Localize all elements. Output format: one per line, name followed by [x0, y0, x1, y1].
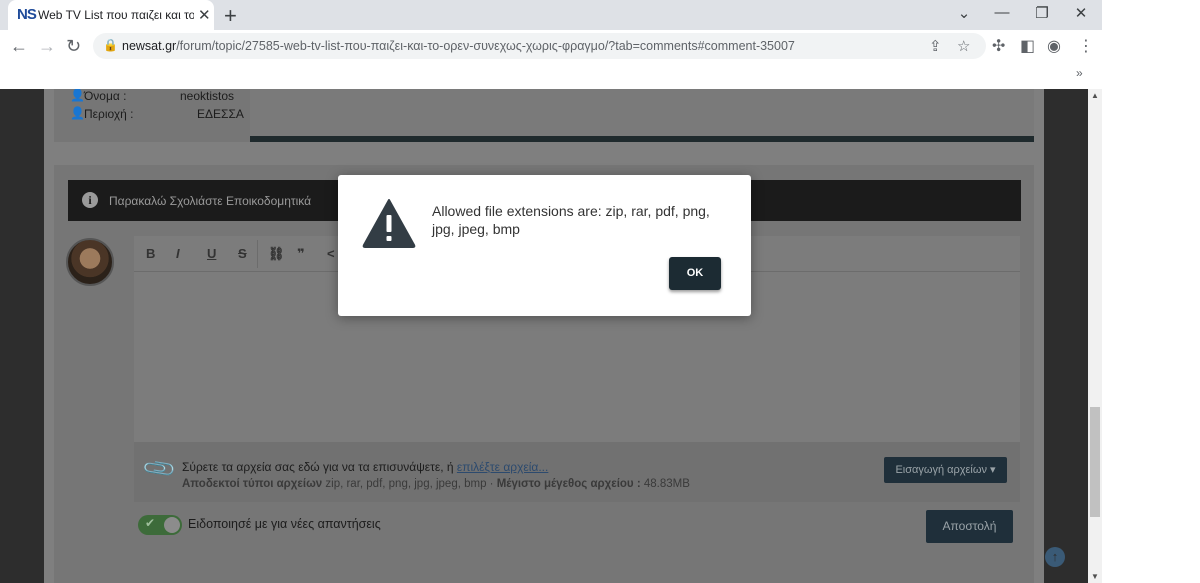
scroll-thumb[interactable]	[1090, 407, 1100, 517]
tab-strip: NS Web TV List που παιζει και το Ο ✕ + ⌄…	[0, 0, 1102, 30]
ok-button[interactable]: OK	[669, 257, 721, 290]
tab-search-chevron-icon[interactable]: ⌄	[954, 4, 974, 22]
new-tab-icon[interactable]: +	[224, 3, 237, 29]
profile-name-label: Όνομα :	[84, 89, 127, 103]
insert-files-button[interactable]: Εισαγωγή αρχείων ▾	[884, 457, 1007, 483]
dialog-message: Allowed file extensions are: zip, rar, p…	[432, 203, 710, 237]
page-right-margin	[1044, 89, 1088, 583]
notify-toggle[interactable]: ✔	[138, 515, 182, 535]
blank-area	[1102, 0, 1200, 583]
back-arrow-icon[interactable]: ←	[10, 36, 28, 57]
notice-text: Παρακαλώ Σχολιάστε Εποικοδομητικά	[109, 194, 312, 208]
code-icon[interactable]: <	[327, 246, 335, 261]
paperclip-icon: 📎	[140, 450, 178, 488]
browser-tab[interactable]: NS Web TV List που παιζει και το Ο ✕	[8, 0, 214, 30]
close-window-icon[interactable]: ✕	[1071, 4, 1091, 22]
profile-area-value: ΕΔΕΣΣΑ	[197, 107, 244, 121]
scroll-up-icon[interactable]: ▲	[1091, 91, 1099, 100]
allowed-types-line: Αποδεκτοί τύποι αρχείων zip, rar, pdf, p…	[182, 478, 690, 490]
lock-icon[interactable]: 🔒	[103, 38, 118, 52]
choose-files-link[interactable]: επιλέξτε αρχεία...	[457, 460, 548, 474]
page-scrollbar[interactable]: ▲ ▼	[1088, 89, 1102, 583]
drop-text: Σύρετε τα αρχεία σας εδώ για να τα επισυ…	[182, 460, 457, 474]
url-path: /forum/topic/27585-web-tv-list-που-παιζε…	[176, 39, 795, 53]
warning-icon	[362, 199, 416, 248]
profile-area-label: Περιοχή :	[84, 107, 134, 121]
drop-instructions: Σύρετε τα αρχεία σας εδώ για να τα επισυ…	[182, 460, 548, 474]
allowed-types-label: Αποδεκτοί τύποι αρχείων	[182, 478, 323, 490]
tab-title: Web TV List που παιζει και το Ο	[38, 8, 194, 22]
url-text[interactable]: newsat.gr/forum/topic/27585-web-tv-list-…	[122, 39, 795, 53]
site-favicon-icon: NS	[17, 6, 37, 23]
address-bar[interactable]: 🔒 newsat.gr/forum/topic/27585-web-tv-lis…	[93, 33, 986, 59]
menu-kebab-icon[interactable]: ⋮	[1078, 36, 1094, 56]
tab-close-icon[interactable]: ✕	[198, 6, 211, 24]
info-icon: i	[82, 192, 98, 208]
page-left-margin	[0, 89, 44, 583]
user-icon: 👤	[70, 106, 85, 120]
scroll-to-top-icon[interactable]: ↑	[1045, 547, 1065, 567]
user-icon: 👤	[70, 89, 85, 102]
forum-content: 👤 Όνομα : neoktistos 👤 Περιοχή : ΕΔΕΣΣΑ …	[44, 89, 1065, 583]
max-size-label: Μέγιστο μέγεθος αρχείου :	[496, 478, 641, 490]
toolbar-divider	[257, 240, 258, 268]
alert-dialog: Allowed file extensions are: zip, rar, p…	[338, 175, 751, 316]
browser-toolbar: ← → ↻ 🔒 newsat.gr/forum/topic/27585-web-…	[0, 30, 1102, 63]
reload-icon[interactable]: ↻	[66, 36, 81, 57]
profile-fields: 👤 Όνομα : neoktistos 👤 Περιοχή : ΕΔΕΣΣΑ	[54, 89, 250, 142]
bold-button[interactable]: B	[146, 246, 155, 261]
max-size-value: 48.83MB	[640, 478, 690, 490]
allowed-types-value: zip, rar, pdf, png, jpg, jpeg, bmp ·	[322, 478, 497, 490]
link-icon[interactable]: ⛓	[268, 246, 285, 262]
submit-button[interactable]: Αποστολή	[926, 510, 1013, 543]
avatar	[66, 238, 114, 286]
italic-button[interactable]: I	[176, 246, 180, 261]
extensions-puzzle-icon[interactable]: ✣	[992, 36, 1005, 56]
notify-label: Ειδοποιησέ με για νέες απαντήσεις	[188, 517, 381, 531]
restore-icon[interactable]: ❐	[1032, 4, 1052, 22]
bookmark-star-icon[interactable]: ☆	[957, 37, 970, 55]
check-icon: ✔	[145, 516, 156, 530]
author-profile-box: 👤 Όνομα : neoktistos 👤 Περιοχή : ΕΔΕΣΣΑ	[54, 89, 1034, 142]
url-domain: newsat.gr	[122, 39, 177, 53]
attachment-dropzone[interactable]: 📎 Σύρετε τα αρχεία σας εδώ για να τα επι…	[134, 442, 1020, 502]
page-viewport: 👤 Όνομα : neoktistos 👤 Περιοχή : ΕΔΕΣΣΑ …	[0, 89, 1088, 583]
side-panel-icon[interactable]: ◧	[1020, 36, 1035, 56]
scroll-down-icon[interactable]: ▼	[1091, 572, 1099, 581]
minimize-icon[interactable]: —	[992, 4, 1012, 21]
bookmarks-overflow-icon[interactable]: »	[1076, 66, 1083, 80]
browser-chrome: NS Web TV List που παιζει και το Ο ✕ + ⌄…	[0, 0, 1102, 89]
toggle-knob	[164, 517, 180, 533]
profile-name-value: neoktistos	[180, 89, 235, 103]
strikethrough-button[interactable]: S	[238, 246, 247, 261]
underline-button[interactable]: U	[207, 246, 216, 261]
forward-arrow-icon[interactable]: →	[38, 36, 56, 57]
profile-avatar-icon[interactable]: ◉	[1047, 36, 1061, 56]
share-icon[interactable]: ⇪	[929, 37, 942, 55]
quote-icon[interactable]: ❞	[297, 246, 305, 262]
